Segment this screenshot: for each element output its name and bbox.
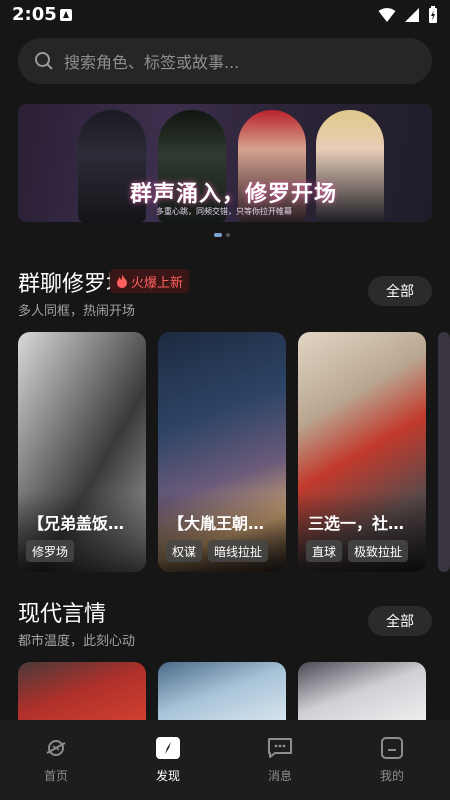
- card-title: 三选一，社…: [308, 514, 405, 533]
- story-card-peek[interactable]: [438, 332, 450, 572]
- search-icon: [35, 52, 53, 70]
- story-card[interactable]: 【兄弟盖饭… 修罗场: [18, 332, 146, 572]
- card-tag: 极致拉扯: [348, 540, 409, 562]
- tab-discover[interactable]: 发现: [128, 736, 208, 784]
- promo-banner[interactable]: 群声涌入，修罗开场 多重心跳，同频交错，只等你拉开帷幕: [18, 104, 432, 222]
- discover-screen: 2:05 搜索角色、标签或故事... 群声涌入，修罗开场 多重心跳，同频交错，只…: [0, 0, 450, 800]
- banner-pagination: [214, 233, 230, 237]
- card-tag: 暗线拉扯: [208, 540, 269, 562]
- section-subtitle: 多人同框，热闹开场: [18, 304, 136, 319]
- search-placeholder: 搜索角色、标签或故事...: [64, 53, 240, 72]
- card-title: 【大胤王朝…: [168, 514, 265, 533]
- status-icons: [378, 6, 438, 24]
- tab-label: 我的: [379, 769, 404, 783]
- section-subtitle: 都市温度，此刻心动: [18, 634, 136, 649]
- tab-home[interactable]: 首页: [16, 736, 96, 784]
- story-card[interactable]: [18, 662, 146, 720]
- story-card[interactable]: 三选一，社… 直球 极致拉扯: [298, 332, 426, 572]
- banner-title: 群声涌入，修罗开场: [130, 181, 338, 207]
- search-bar[interactable]: 搜索角色、标签或故事...: [18, 38, 432, 84]
- card-tag: 权谋: [166, 540, 203, 562]
- status-time: 2:05: [12, 4, 57, 25]
- story-card[interactable]: [158, 662, 286, 720]
- banner-dot: [226, 233, 230, 237]
- tab-profile[interactable]: 我的: [352, 736, 432, 784]
- tab-label: 发现: [155, 769, 180, 783]
- message-icon: [268, 738, 292, 758]
- card-title: 【兄弟盖饭…: [28, 514, 125, 533]
- card-tags: 修罗场: [26, 540, 75, 562]
- discover-icon: [156, 737, 180, 759]
- view-all-button[interactable]: 全部: [368, 276, 432, 306]
- status-bar: 2:05: [0, 0, 450, 30]
- battery-charging-icon: [429, 6, 437, 23]
- story-card[interactable]: 【大胤王朝… 权谋 暗线拉扯: [158, 332, 286, 572]
- story-card[interactable]: [298, 662, 426, 720]
- hot-badge-label: 火爆上新: [131, 275, 184, 291]
- card-tag: 直球: [306, 540, 343, 562]
- fire-icon: [117, 274, 127, 288]
- card-tags: 直球 极致拉扯: [306, 540, 409, 562]
- card-tags: 权谋 暗线拉扯: [166, 540, 269, 562]
- cellular-icon: [405, 8, 419, 22]
- view-all-button[interactable]: 全部: [368, 606, 432, 636]
- hot-badge: 火爆上新: [110, 269, 190, 293]
- banner-dot-active: [214, 233, 222, 237]
- banner-subtitle: 多重心跳，同频交错，只等你拉开帷幕: [156, 207, 292, 216]
- tab-messages[interactable]: 消息: [240, 736, 320, 784]
- tab-label: 消息: [267, 769, 292, 783]
- tab-label: 首页: [43, 769, 68, 783]
- section-title: 现代言情: [18, 602, 107, 627]
- bottom-tab-bar: 首页 发现 消息 我的: [0, 720, 450, 800]
- profile-icon: [381, 737, 403, 759]
- wifi-icon: [378, 8, 396, 22]
- app-notification-icon: [60, 9, 72, 21]
- home-planet-icon: [46, 740, 66, 756]
- card-tag: 修罗场: [26, 540, 75, 562]
